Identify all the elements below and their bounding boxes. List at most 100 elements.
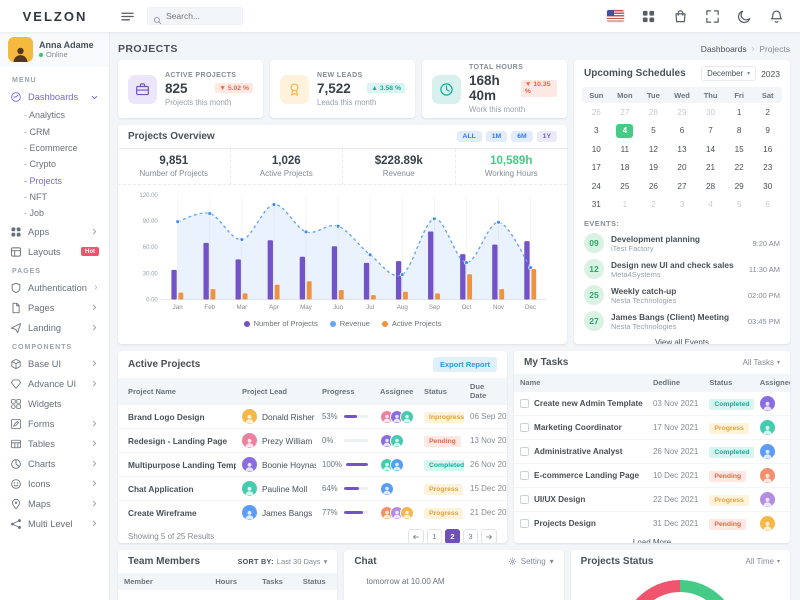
calendar-day[interactable]: 1 [725, 103, 754, 122]
event-item[interactable]: 25Weekly catch-upNesta Technologies02:00… [574, 282, 790, 308]
calendar-day[interactable]: 30 [696, 103, 725, 122]
calendar-day[interactable]: 21 [696, 159, 725, 178]
calendar-day[interactable]: 23 [753, 159, 782, 178]
search-box[interactable] [147, 7, 243, 25]
sidebar-subitem-analytics[interactable]: Analytics [0, 107, 109, 123]
task-checkbox[interactable] [520, 447, 529, 456]
calendar-day[interactable]: 7 [696, 122, 725, 141]
calendar-day[interactable]: 8 [725, 122, 754, 141]
fullscreen-icon[interactable] [705, 9, 720, 24]
tasks-filter-select[interactable]: All Tasks▾ [743, 358, 780, 367]
calendar-day[interactable]: 22 [725, 159, 754, 178]
calendar-day[interactable]: 6 [753, 196, 782, 215]
calendar-day[interactable]: 30 [753, 177, 782, 196]
sidebar-subitem-crypto[interactable]: Crypto [0, 156, 109, 172]
calendar-day[interactable]: 26 [582, 103, 611, 122]
pagination-page-3[interactable]: 3 [463, 529, 478, 543]
calendar-day[interactable]: 14 [696, 140, 725, 159]
sidebar-item-forms[interactable]: Forms [0, 414, 109, 434]
range-button-1y[interactable]: 1Y [537, 131, 557, 142]
month-select[interactable]: December▾ [701, 66, 756, 81]
breadcrumb-parent[interactable]: Dashboards [701, 44, 747, 54]
calendar-day[interactable]: 19 [639, 159, 668, 178]
chat-settings-select[interactable]: Setting▾ [508, 557, 554, 566]
apps-grid-icon[interactable] [641, 9, 656, 24]
calendar-day[interactable]: 6 [668, 122, 697, 141]
calendar-day[interactable]: 2 [639, 196, 668, 215]
task-checkbox[interactable] [520, 519, 529, 528]
calendar-day[interactable]: 3 [668, 196, 697, 215]
calendar-day[interactable]: 27 [668, 177, 697, 196]
calendar-day[interactable]: 10 [582, 140, 611, 159]
task-checkbox[interactable] [520, 423, 529, 432]
calendar-day[interactable]: 26 [639, 177, 668, 196]
calendar-day[interactable]: 16 [753, 140, 782, 159]
sidebar-item-multi-level[interactable]: Multi Level [0, 514, 109, 534]
calendar-day[interactable]: 2 [753, 103, 782, 122]
calendar-day[interactable]: 25 [611, 177, 640, 196]
pagination-next-button[interactable] [481, 529, 497, 543]
task-checkbox[interactable] [520, 495, 529, 504]
sidebar-subitem-projects[interactable]: Projects [0, 173, 109, 189]
sidebar-item-dashboards[interactable]: Dashboards [0, 87, 109, 107]
language-flag-icon[interactable] [607, 10, 624, 22]
view-all-events-link[interactable]: View all Events [574, 334, 790, 344]
load-more-link[interactable]: Load More [514, 535, 790, 543]
calendar-day[interactable]: 5 [639, 122, 668, 141]
calendar-day[interactable]: 24 [582, 177, 611, 196]
calendar-day[interactable]: 28 [639, 103, 668, 122]
sidebar-subitem-ecommerce[interactable]: Ecommerce [0, 140, 109, 156]
sidebar-subitem-crm[interactable]: CRM [0, 123, 109, 139]
event-item[interactable]: 27James Bangs (Client) MeetingNesta Tech… [574, 308, 790, 334]
task-checkbox[interactable] [520, 471, 529, 480]
calendar-day[interactable]: 5 [725, 196, 754, 215]
range-button-6m[interactable]: 6M [511, 131, 532, 142]
calendar-day[interactable]: 17 [582, 159, 611, 178]
hamburger-menu-icon[interactable] [120, 9, 135, 24]
event-item[interactable]: 09Development planningiTest Factory9:20 … [574, 230, 790, 256]
pagination-page-2[interactable]: 2 [445, 529, 460, 543]
sidebar-subitem-job[interactable]: Job [0, 205, 109, 221]
sidebar-subitem-nft[interactable]: NFT [0, 189, 109, 205]
status-filter-select[interactable]: All Time▾ [746, 557, 780, 566]
notifications-bell-icon[interactable] [769, 9, 784, 24]
pagination-prev-button[interactable] [408, 529, 424, 543]
sidebar-item-charts[interactable]: Charts [0, 454, 109, 474]
dark-mode-icon[interactable] [737, 9, 752, 24]
sidebar-item-layouts[interactable]: LayoutsHot [0, 242, 109, 262]
sidebar-item-apps[interactable]: Apps [0, 222, 109, 242]
calendar-day[interactable]: 31 [582, 196, 611, 215]
sidebar-item-base-ui[interactable]: Base UI [0, 354, 109, 374]
calendar-day[interactable]: 20 [668, 159, 697, 178]
task-checkbox[interactable] [520, 399, 529, 408]
event-item[interactable]: 12Design new UI and check salesMeta4Syst… [574, 256, 790, 282]
sidebar-item-tables[interactable]: Tables [0, 434, 109, 454]
sidebar-item-landing[interactable]: Landing [0, 318, 109, 338]
calendar-day[interactable]: 9 [753, 122, 782, 141]
sidebar-item-widgets[interactable]: Widgets [0, 394, 109, 414]
calendar-day[interactable]: 15 [725, 140, 754, 159]
sort-by-select[interactable]: SORT BY:Last 30 Days▾ [238, 557, 328, 566]
calendar-day[interactable]: 18 [611, 159, 640, 178]
sidebar-item-advance-ui[interactable]: Advance UI [0, 374, 109, 394]
calendar-day[interactable]: 3 [582, 122, 611, 141]
range-button-1m[interactable]: 1M [486, 131, 507, 142]
sidebar-item-authentication[interactable]: Authentication [0, 278, 109, 298]
calendar-day[interactable]: 12 [639, 140, 668, 159]
calendar-day[interactable]: 13 [668, 140, 697, 159]
cart-icon[interactable] [673, 9, 688, 24]
user-card[interactable]: Anna Adame Online [0, 32, 109, 67]
calendar-day[interactable]: 11 [611, 140, 640, 159]
calendar-day[interactable]: 29 [725, 177, 754, 196]
calendar-day[interactable]: 28 [696, 177, 725, 196]
calendar-day[interactable]: 1 [611, 196, 640, 215]
calendar-day[interactable]: 27 [611, 103, 640, 122]
calendar-day[interactable]: 29 [668, 103, 697, 122]
pagination-page-1[interactable]: 1 [427, 529, 442, 543]
calendar-day[interactable]: 4 [696, 196, 725, 215]
sidebar-item-icons[interactable]: Icons [0, 474, 109, 494]
range-button-all[interactable]: ALL [457, 131, 482, 142]
search-input[interactable] [166, 11, 237, 21]
calendar-day-selected[interactable]: 4 [611, 122, 640, 141]
export-report-button[interactable]: Export Report [433, 357, 497, 372]
